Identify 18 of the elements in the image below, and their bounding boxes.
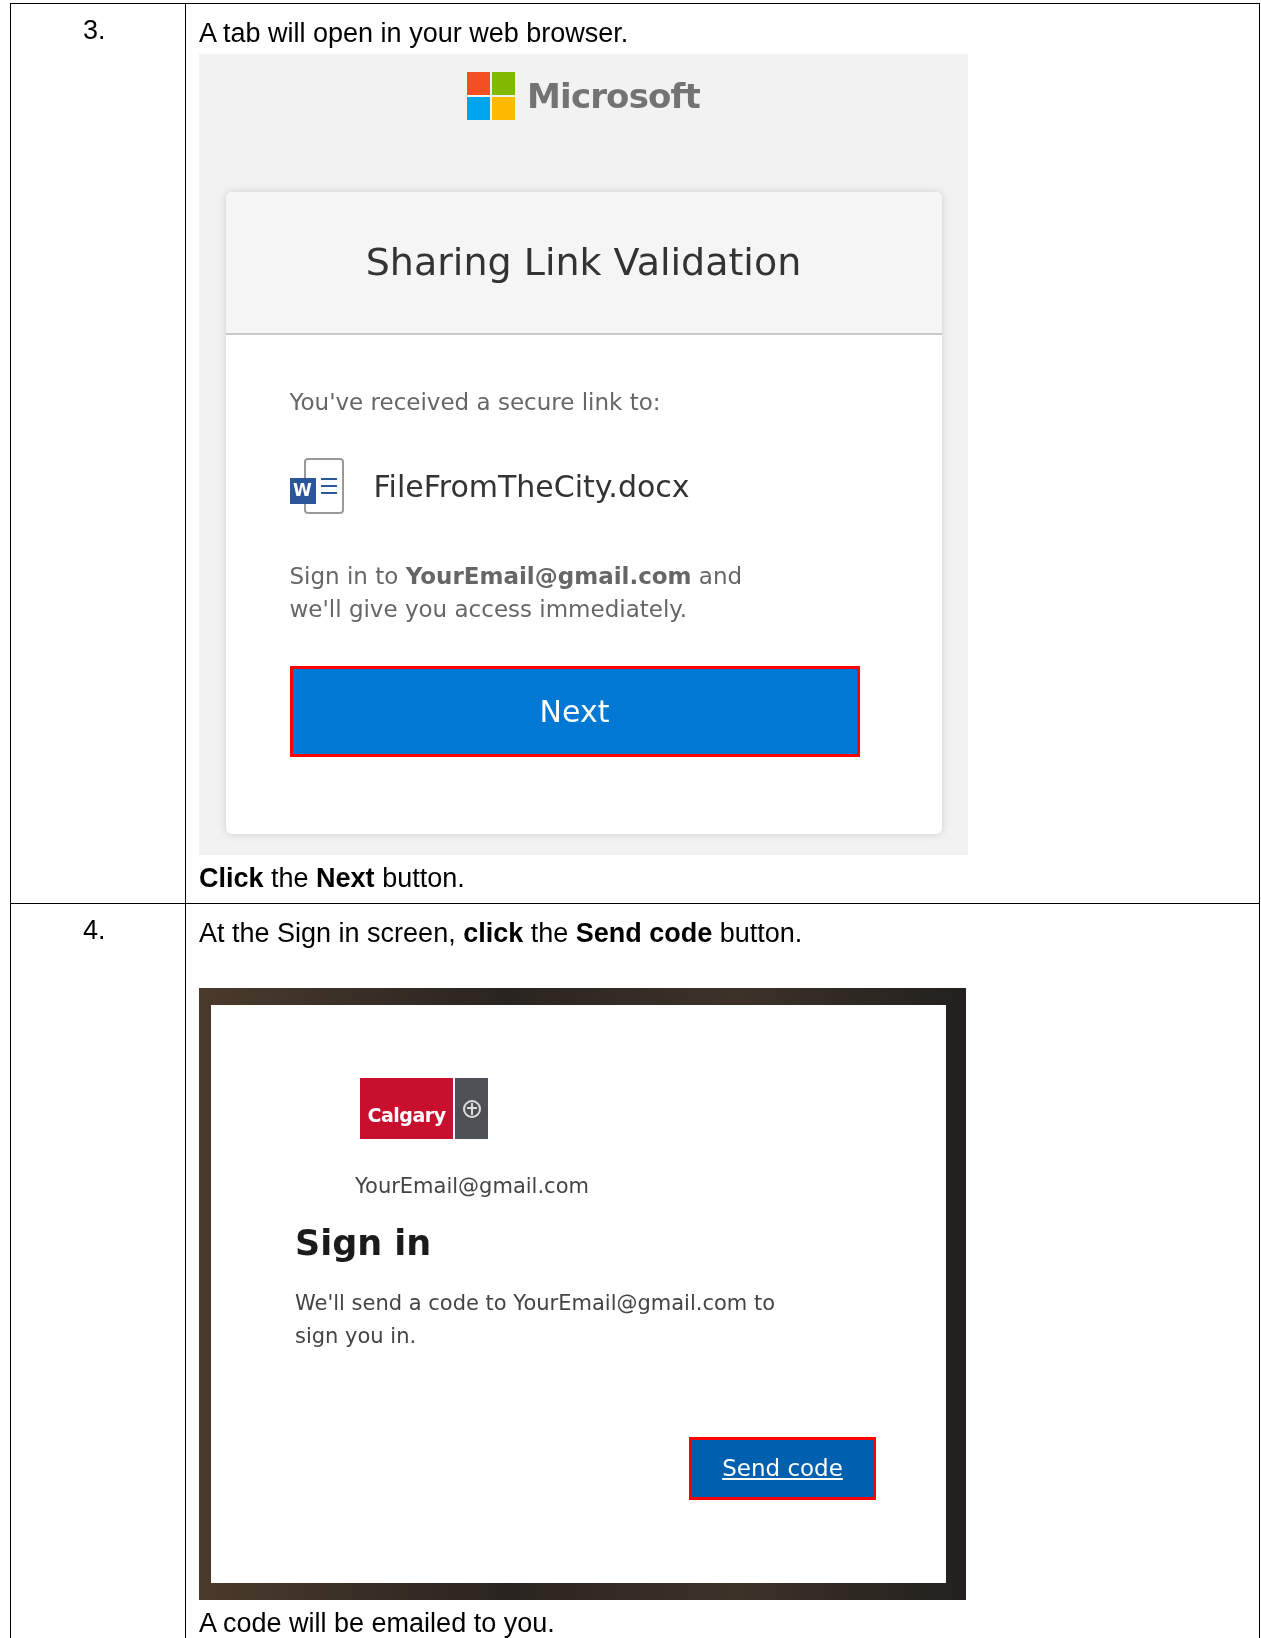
send-code-button[interactable]: Send code — [689, 1437, 876, 1500]
send-code-message: We'll send a code to YourEmail@gmail.com to sign you in. — [295, 1290, 777, 1350]
step-instruction: A tab will open in your web browser. — [199, 17, 629, 50]
step-instruction: At the Sign in screen, click the Send code button. — [199, 917, 803, 950]
received-text: You've received a secure link to: — [289, 388, 662, 417]
card-title: Sharing Link Validation — [365, 239, 802, 286]
brand-name: Microsoft — [527, 74, 700, 118]
logo-text: Calgary — [367, 1102, 446, 1128]
account-email: YourEmail@gmail.com — [355, 1173, 590, 1200]
sign-in-message: Sign in to YourEmail@gmail.com and we'll give you access immediately. — [289, 561, 744, 624]
step-note: A code will be emailed to you. — [199, 1607, 555, 1638]
file-name: FileFromTheCity.docx — [373, 468, 690, 506]
step-number: 3. — [83, 15, 106, 45]
sign-in-title: Sign in — [295, 1221, 433, 1265]
step-number: 4. — [83, 915, 106, 945]
step-note: Click the Next button. — [199, 862, 465, 895]
next-button[interactable]: Next — [289, 665, 860, 757]
four-squares-logo-icon — [467, 72, 516, 120]
